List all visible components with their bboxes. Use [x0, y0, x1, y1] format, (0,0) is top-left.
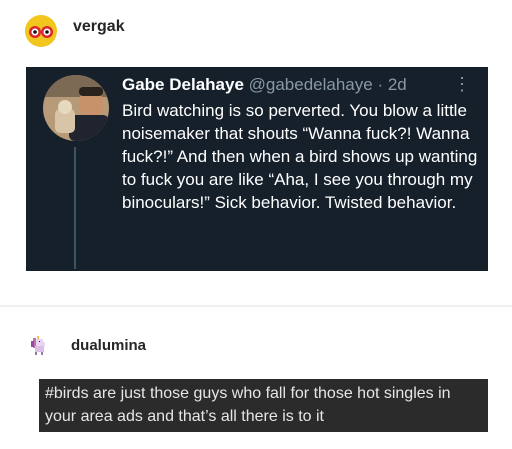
thread-line — [74, 147, 76, 269]
tag-text[interactable]: #birds are just those guys who fall for … — [45, 382, 485, 428]
tweet-header: Gabe Delahaye @gabedelahaye · 2d — [122, 75, 407, 95]
tweet-display-name[interactable]: Gabe Delahaye — [122, 75, 244, 94]
divider — [0, 305, 512, 307]
username[interactable]: dualumina — [71, 337, 146, 354]
tweet-avatar — [43, 75, 109, 141]
tweet-card: Gabe Delahaye @gabedelahaye · 2d ⋮ Bird … — [26, 67, 488, 271]
profile-photo-icon — [43, 75, 109, 141]
pixel-unicorn-icon — [28, 333, 52, 357]
username[interactable]: vergak — [73, 18, 125, 36]
tags-box: #birds are just those guys who fall for … — [39, 379, 488, 432]
eyes-icon — [25, 15, 57, 47]
more-vertical-icon[interactable]: ⋮ — [453, 73, 471, 95]
avatar[interactable] — [28, 333, 52, 357]
tweet-handle[interactable]: @gabedelahaye · 2d — [249, 75, 407, 94]
tweet-text: Bird watching is so perverted. You blow … — [122, 101, 478, 212]
avatar[interactable] — [25, 15, 57, 47]
